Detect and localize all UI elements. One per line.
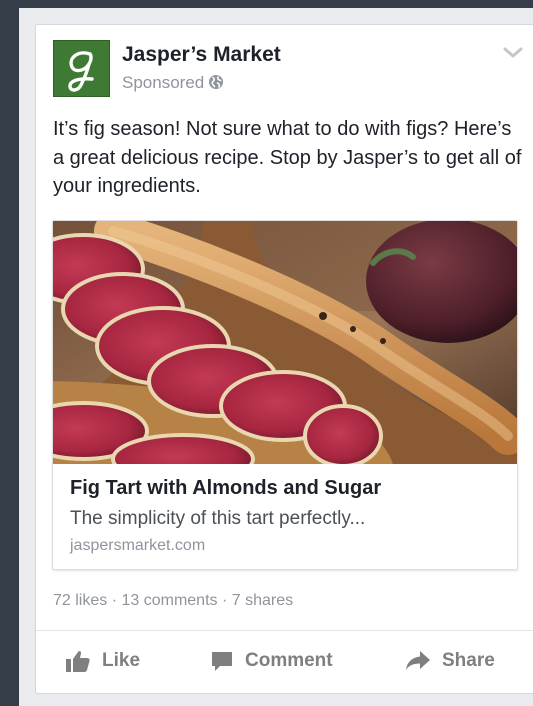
page-name[interactable]: Jasper’s Market — [122, 43, 281, 67]
share-label: Share — [442, 650, 495, 671]
sponsored-text: Sponsored — [122, 73, 205, 92]
share-arrow-icon — [406, 651, 430, 670]
jaspers-market-logo — [68, 51, 94, 92]
like-button[interactable]: Like — [66, 646, 140, 676]
page-avatar[interactable] — [53, 40, 110, 97]
share-button[interactable]: Share — [406, 646, 495, 676]
sponsored-label: Sponsored — [122, 73, 224, 95]
like-label: Like — [102, 650, 141, 671]
chevron-down-icon[interactable] — [503, 46, 523, 64]
link-domain: jaspersmarket.com — [70, 537, 206, 554]
link-description: The simplicity of this tart perfectly... — [70, 508, 366, 529]
post-message: It’s fig season! Not sure what to do wit… — [53, 118, 522, 197]
sponsored-post-card: Jasper’s Market Sponsored It’s fig seaso… — [35, 24, 533, 694]
post-header: Jasper’s Market Sponsored — [53, 40, 523, 98]
globe-icon[interactable] — [208, 74, 224, 95]
comment-label: Comment — [245, 650, 333, 671]
engagement-stats[interactable]: 72 likes · 13 comments · 7 shares — [53, 592, 293, 610]
link-title[interactable]: Fig Tart with Almonds and Sugar — [70, 477, 381, 500]
speech-bubble-icon — [212, 651, 232, 671]
comment-button[interactable]: Comment — [211, 646, 333, 676]
fig-tart-image[interactable] — [53, 221, 517, 464]
action-bar: Like Comment Share — [36, 631, 533, 693]
link-preview[interactable]: Fig Tart with Almonds and Sugar The simp… — [52, 220, 518, 570]
thumbs-up-icon — [66, 651, 90, 672]
